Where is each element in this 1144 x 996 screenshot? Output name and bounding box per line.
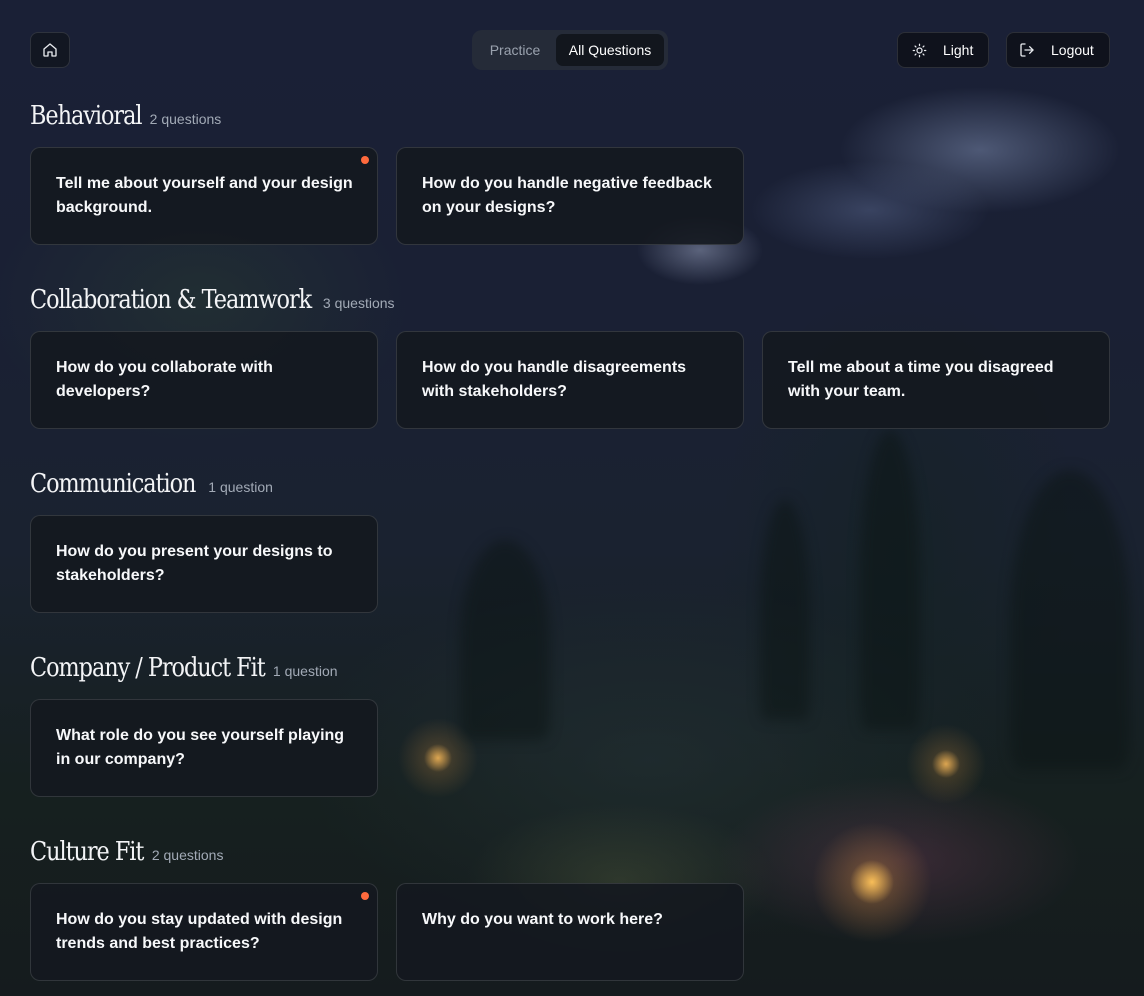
section-count: 1 question	[272, 663, 338, 679]
question-text: How do you handle negative feedback on y…	[422, 175, 712, 216]
section-title: Communication	[30, 469, 196, 499]
section-header: Communication 1 question	[30, 469, 273, 505]
section-header: Company / Product Fit 1 question	[30, 653, 338, 689]
question-card[interactable]: Why do you want to work here?	[396, 883, 744, 981]
question-grid: How do you collaborate with developers? …	[30, 331, 1110, 429]
logout-icon	[1019, 42, 1035, 58]
question-text: How do you stay updated with design tren…	[56, 911, 343, 952]
question-grid: How do you stay updated with design tren…	[30, 883, 1110, 981]
question-card[interactable]: How do you handle negative feedback on y…	[396, 147, 744, 245]
unread-indicator	[361, 156, 369, 164]
question-card[interactable]: What role do you see yourself playing in…	[30, 699, 378, 797]
section-title: Culture Fit	[30, 837, 144, 867]
tab-practice[interactable]: Practice	[476, 34, 554, 66]
question-card[interactable]: How do you collaborate with developers?	[30, 331, 378, 429]
theme-toggle-label: Light	[943, 42, 974, 58]
section-behavioral: Behavioral 2 questions Tell me about you…	[30, 101, 744, 245]
theme-toggle-button[interactable]: Light	[897, 32, 989, 68]
section-count: 2 questions	[149, 111, 222, 127]
home-button[interactable]	[30, 32, 70, 68]
section-title: Company / Product Fit	[30, 653, 266, 683]
section-title: Collaboration & Teamwork	[30, 285, 312, 315]
question-text: How do you present your designs to stake…	[56, 543, 333, 584]
question-card[interactable]: Tell me about yourself and your design b…	[30, 147, 378, 245]
logout-label: Logout	[1051, 42, 1094, 58]
section-title: Behavioral	[30, 101, 143, 131]
question-text: What role do you see yourself playing in…	[56, 727, 345, 768]
section-header: Culture Fit 2 questions	[30, 837, 223, 873]
section-collaboration-teamwork: Collaboration & Teamwork 3 questions How…	[30, 285, 1110, 429]
question-text: Why do you want to work here?	[422, 911, 663, 928]
sun-icon	[911, 42, 927, 58]
question-text: How do you handle disagreements with sta…	[422, 359, 687, 400]
question-grid: How do you present your designs to stake…	[30, 515, 1110, 613]
section-count: 3 questions	[322, 295, 395, 311]
top-bar: Practice All Questions Light Logout	[30, 30, 1110, 70]
question-card[interactable]: How do you present your designs to stake…	[30, 515, 378, 613]
question-card[interactable]: How do you stay updated with design tren…	[30, 883, 378, 981]
section-header: Collaboration & Teamwork 3 questions	[30, 285, 395, 321]
section-count: 2 questions	[151, 847, 224, 863]
view-toggle: Practice All Questions	[472, 30, 668, 70]
unread-indicator	[361, 892, 369, 900]
home-icon	[42, 42, 58, 58]
logout-button[interactable]: Logout	[1006, 32, 1110, 68]
section-communication: Communication 1 question How do you pres…	[30, 469, 378, 613]
question-text: Tell me about yourself and your design b…	[56, 175, 353, 216]
question-card[interactable]: Tell me about a time you disagreed with …	[762, 331, 1110, 429]
question-card[interactable]: How do you handle disagreements with sta…	[396, 331, 744, 429]
question-grid: Tell me about yourself and your design b…	[30, 147, 1110, 245]
section-culture-fit: Culture Fit 2 questions How do you stay …	[30, 837, 744, 981]
tab-all-questions[interactable]: All Questions	[556, 34, 664, 66]
section-count: 1 question	[208, 479, 273, 495]
section-header: Behavioral 2 questions	[30, 101, 221, 137]
question-text: Tell me about a time you disagreed with …	[788, 359, 1054, 400]
question-text: How do you collaborate with developers?	[56, 359, 273, 400]
section-company-product-fit: Company / Product Fit 1 question What ro…	[30, 653, 378, 797]
question-grid: What role do you see yourself playing in…	[30, 699, 1110, 797]
